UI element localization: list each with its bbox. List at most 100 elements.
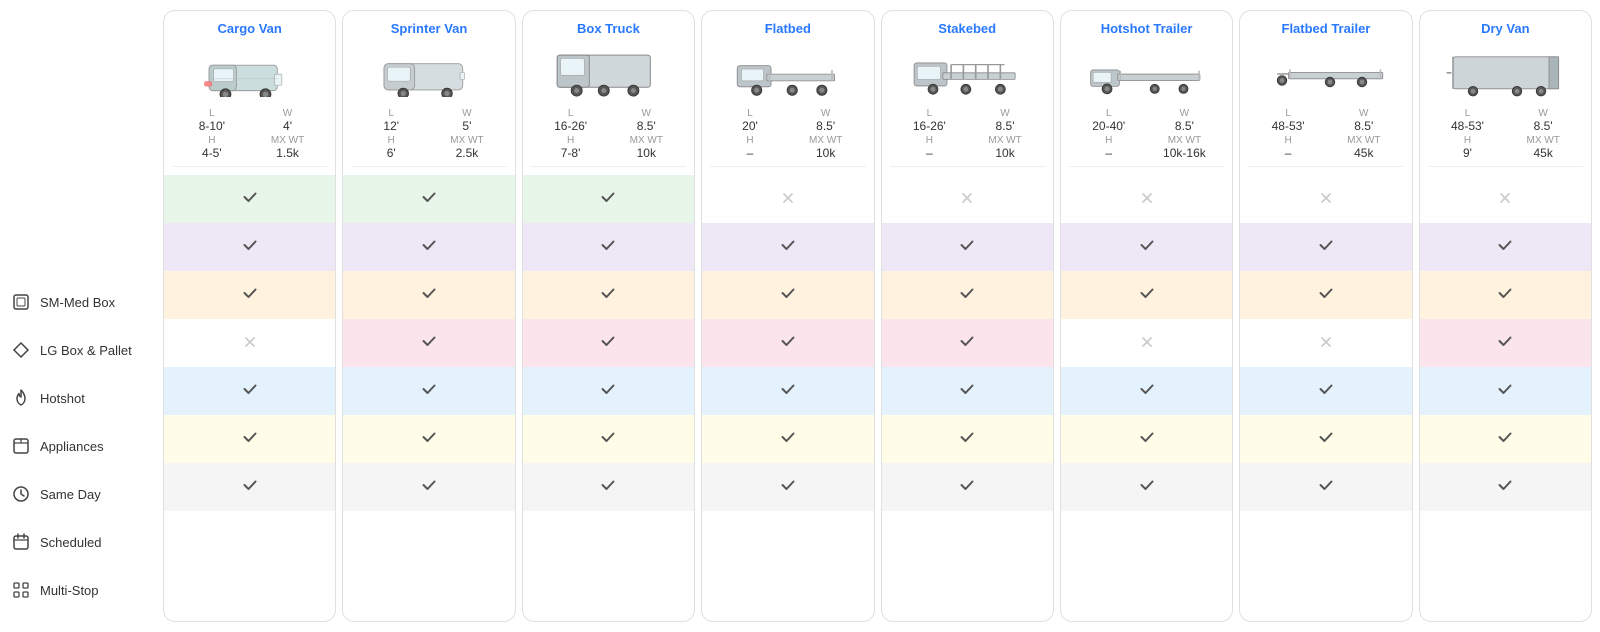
cell-row-1: [523, 223, 694, 271]
main-container: SM-Med Box LG Box & Pallet Hotshot: [0, 0, 1600, 632]
spec-label: H: [176, 135, 248, 146]
check-icon: [599, 332, 617, 355]
vehicle-header: Sprinter Van L12'W5'H6'MX WT2.5k: [343, 11, 514, 175]
check-icon: [958, 284, 976, 307]
spec-value: 4-5': [176, 146, 248, 160]
spec-value: 8-10': [176, 119, 248, 133]
check-icon: [779, 284, 797, 307]
vehicle-col-box-truck: Box Truck L16-26'W8.5'H7-8'MX WT10k: [522, 10, 695, 622]
spec-value: 20': [714, 119, 786, 133]
spec-value: 12': [355, 119, 427, 133]
sidebar-item-label: Multi-Stop: [40, 583, 99, 598]
cell-row-6: [343, 463, 514, 511]
spec-label: H: [355, 135, 427, 146]
appliances-icon: [10, 435, 32, 457]
spec-label: L: [894, 108, 966, 119]
cell-row-1: [1061, 223, 1232, 271]
cell-row-3: [523, 319, 694, 367]
spec-label: MX WT: [252, 135, 324, 146]
spec-label: W: [1507, 108, 1579, 119]
cell-row-0: [1240, 175, 1411, 223]
cell-row-3: [164, 319, 335, 367]
vehicle-col-stakebed: Stakebed L16-26'W8.5'H–MX WT10k: [881, 10, 1054, 622]
spec-value: 20-40': [1073, 119, 1145, 133]
spec-label: L: [355, 108, 427, 119]
sidebar-item-multi-stop[interactable]: Multi-Stop: [0, 566, 155, 614]
cell-row-5: [1420, 415, 1591, 463]
cell-row-5: [523, 415, 694, 463]
sidebar-item-sm-med-box[interactable]: SM-Med Box: [0, 278, 155, 326]
spec-value: 48-53': [1252, 119, 1324, 133]
cell-row-4: [343, 367, 514, 415]
cell-row-1: [1240, 223, 1411, 271]
check-icon: [958, 380, 976, 403]
cell-row-0: [882, 175, 1053, 223]
spec-value: 1.5k: [252, 146, 324, 160]
vehicle-col-hotshot-trailer: Hotshot Trailer L20-40'W8.5'H–MX WT10k-1…: [1060, 10, 1233, 622]
cell-row-3: [1061, 319, 1232, 367]
vehicle-col-flatbed-trailer: Flatbed Trailer L48-53'W8.5'H–MX WT45k: [1239, 10, 1412, 622]
spec-value: 6': [355, 146, 427, 160]
cell-row-1: [164, 223, 335, 271]
spec-value: 8.5': [1328, 119, 1400, 133]
spec-value: 8.5': [1507, 119, 1579, 133]
cell-row-3: [1240, 319, 1411, 367]
cell-row-4: [164, 367, 335, 415]
check-icon: [1138, 476, 1156, 499]
cell-row-4: [1061, 367, 1232, 415]
cell-row-2: [343, 271, 514, 319]
check-icon: [779, 332, 797, 355]
sidebar-item-lg-box-pallet[interactable]: LG Box & Pallet: [0, 326, 155, 374]
spec-label: L: [714, 108, 786, 119]
cell-row-3: [1420, 319, 1591, 367]
sprinter-van-image: [351, 42, 506, 102]
vehicle-title: Hotshot Trailer: [1069, 21, 1224, 36]
sidebar-item-hotshot[interactable]: Hotshot: [0, 374, 155, 422]
sidebar-item-same-day[interactable]: Same Day: [0, 470, 155, 518]
vehicle-col-cargo-van: Cargo Van L8-10'W4'H4-5'MX WT1.5k: [163, 10, 336, 622]
vehicle-title: Stakebed: [890, 21, 1045, 36]
spec-value: 45k: [1507, 146, 1579, 160]
sidebar-item-scheduled[interactable]: Scheduled: [0, 518, 155, 566]
x-icon: [1497, 190, 1513, 209]
check-icon: [1496, 380, 1514, 403]
spec-value: 16-26': [894, 119, 966, 133]
sidebar-item-label: LG Box & Pallet: [40, 343, 132, 358]
spec-value: –: [1252, 146, 1324, 160]
x-icon: [1139, 190, 1155, 209]
cell-row-2: [1420, 271, 1591, 319]
sidebar-item-appliances[interactable]: Appliances: [0, 422, 155, 470]
vehicle-header: Stakebed L16-26'W8.5'H–MX WT10k: [882, 11, 1053, 175]
vehicle-header: Dry Van L48-53'W8.5'H9'MX WT45k: [1420, 11, 1591, 175]
vehicle-title: Sprinter Van: [351, 21, 506, 36]
check-icon: [1317, 236, 1335, 259]
check-icon: [958, 476, 976, 499]
cell-row-4: [1240, 367, 1411, 415]
spec-label: H: [714, 135, 786, 146]
cell-row-2: [702, 271, 873, 319]
spec-label: MX WT: [969, 135, 1041, 146]
spec-label: MX WT: [1149, 135, 1221, 146]
vehicle-specs: L48-53'W8.5'H9'MX WT45k: [1428, 108, 1583, 167]
check-icon: [599, 188, 617, 211]
vehicle-header: Hotshot Trailer L20-40'W8.5'H–MX WT10k-1…: [1061, 11, 1232, 175]
spec-value: –: [894, 146, 966, 160]
spec-value: 9': [1432, 146, 1504, 160]
cell-row-6: [164, 463, 335, 511]
flatbed-trailer-image: [1248, 42, 1403, 102]
spec-label: L: [176, 108, 248, 119]
spec-label: W: [790, 108, 862, 119]
check-icon: [241, 476, 259, 499]
vehicle-specs: L16-26'W8.5'H–MX WT10k: [890, 108, 1045, 167]
vehicle-title: Flatbed: [710, 21, 865, 36]
spec-value: 8.5': [790, 119, 862, 133]
spec-label: L: [1073, 108, 1145, 119]
check-icon: [1138, 284, 1156, 307]
spec-label: H: [535, 135, 607, 146]
vehicle-title: Flatbed Trailer: [1248, 21, 1403, 36]
check-icon: [599, 284, 617, 307]
cell-row-2: [1061, 271, 1232, 319]
check-icon: [599, 236, 617, 259]
vehicle-specs: L48-53'W8.5'H–MX WT45k: [1248, 108, 1403, 167]
cell-row-2: [882, 271, 1053, 319]
